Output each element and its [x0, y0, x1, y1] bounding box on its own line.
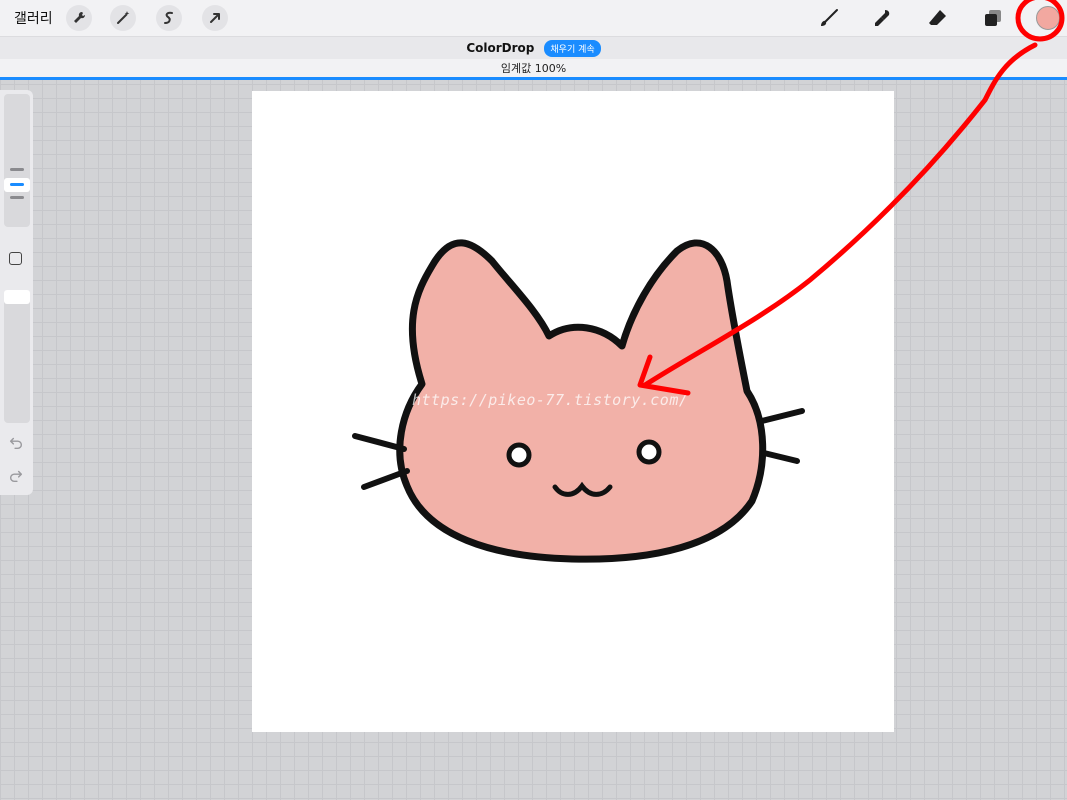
smudge-icon[interactable]: [870, 5, 896, 31]
size-tick: [10, 168, 24, 171]
notification-bar: ColorDrop 채우기 계속: [0, 37, 1067, 59]
transform-arrow-icon[interactable]: [202, 5, 228, 31]
colordrop-title: ColorDrop: [466, 41, 535, 55]
size-slider-handle[interactable]: [4, 178, 30, 192]
size-tick: [10, 196, 24, 199]
brush-size-slider[interactable]: [4, 94, 30, 227]
eraser-icon[interactable]: [925, 5, 951, 31]
wrench-icon[interactable]: [66, 5, 92, 31]
brush-icon[interactable]: [816, 5, 842, 31]
cat-drawing: [352, 239, 805, 563]
size-handle-indicator: [10, 183, 24, 186]
layers-icon[interactable]: [980, 5, 1006, 31]
threshold-slider[interactable]: [0, 77, 1067, 80]
threshold-label: 임계값 100%: [500, 62, 567, 75]
watermark-text: https://pikeo-77.tistory.com/: [412, 391, 689, 409]
opacity-slider-handle[interactable]: [4, 290, 30, 304]
opacity-slider[interactable]: [4, 290, 30, 423]
color-picker-button[interactable]: [1036, 6, 1060, 30]
selection-icon[interactable]: [156, 5, 182, 31]
gallery-button[interactable]: 갤러리: [14, 8, 53, 28]
undo-icon[interactable]: [7, 434, 25, 452]
modify-square-icon[interactable]: [9, 252, 22, 265]
threshold-fill: [0, 77, 1067, 80]
redo-icon[interactable]: [7, 467, 25, 485]
threshold-label-bar: 임계값 100%: [0, 59, 1067, 77]
top-toolbar: 갤러리: [0, 0, 1067, 37]
magic-wand-icon[interactable]: [110, 5, 136, 31]
sidebar: [0, 90, 33, 495]
drawing-canvas[interactable]: https://pikeo-77.tistory.com/: [252, 91, 894, 732]
continue-fill-badge[interactable]: 채우기 계속: [544, 39, 601, 57]
